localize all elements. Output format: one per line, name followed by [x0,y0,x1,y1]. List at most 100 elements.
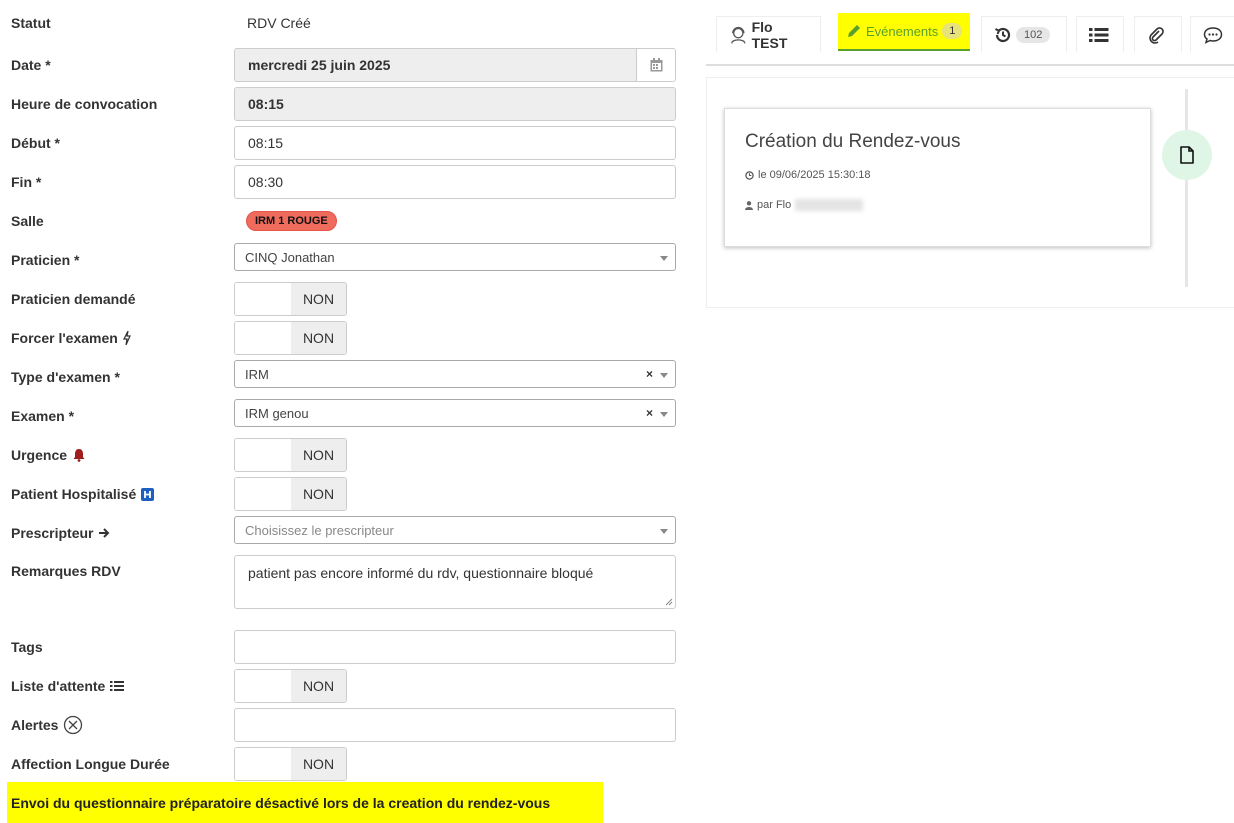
row-liste-attente: Liste d'attente NON [0,669,690,703]
event-author-text: par Flo [757,199,792,211]
row-statut: Statut RDV Créé [0,6,690,40]
row-ald: Affection Longue Durée NON [0,747,690,781]
pencil-icon [848,25,860,37]
resize-grip-icon[interactable] [665,598,673,606]
tab-commentaires[interactable] [1190,16,1234,52]
arrow-right-icon [99,528,110,538]
tab-pieces-jointes[interactable] [1134,16,1182,52]
file-icon [1180,146,1194,164]
event-date: le 09/06/2025 15:30:18 [745,169,1130,181]
row-heure-convocation: Heure de convocation 08:15 [0,87,690,121]
chevron-down-icon [660,373,668,378]
row-type-examen: Type d'examen * IRM × [0,360,690,394]
debut-field[interactable]: 08:15 [234,126,676,160]
paperclip-icon [1149,26,1164,44]
comment-icon [1203,26,1223,44]
tab-patient-label: Flo TEST [751,18,788,51]
row-prescripteur: Prescripteur Choisissez le prescripteur [0,516,690,550]
examen-value: IRM genou [245,405,309,421]
fin-field[interactable]: 08:30 [234,165,676,199]
row-fin: Fin * 08:30 [0,165,690,199]
tab-evenements-count: 1 [942,23,963,39]
liste-attente-label: Liste d'attente [11,678,106,694]
row-tags: Tags [0,630,690,664]
type-examen-value: IRM [245,366,269,382]
user-headset-icon [731,26,746,44]
heure-convocation-field[interactable]: 08:15 [234,87,676,121]
toggle-state: NON [291,478,346,510]
heure-convocation-label: Heure de convocation [11,96,158,112]
event-title: Création du Rendez-vous [745,131,961,152]
row-patient-hospitalise: Patient Hospitalisé NON [0,477,690,511]
toggle-state: NON [291,283,346,315]
praticien-demande-label: Praticien demandé [11,291,136,307]
row-date: Date * mercredi 25 juin 2025 [0,48,690,82]
redacted-name [795,199,864,211]
toggle-state: NON [291,439,346,471]
examen-select[interactable]: IRM genou × [234,399,676,427]
toggle-state: NON [291,322,346,354]
forcer-examen-toggle[interactable]: NON [234,321,347,355]
tab-bar: Flo TEST Evénements 1 102 [706,0,1234,66]
prescripteur-select[interactable]: Choisissez le prescripteur [234,516,676,544]
row-examen: Examen * IRM genou × [0,399,690,433]
patient-hospitalise-label: Patient Hospitalisé [11,486,137,502]
patient-hospitalise-toggle[interactable]: NON [234,477,347,511]
prescripteur-placeholder: Choisissez le prescripteur [245,522,394,538]
history-icon [995,27,1011,42]
timeline-marker [1162,130,1212,180]
bolt-icon [122,331,131,345]
liste-attente-toggle[interactable]: NON [234,669,347,703]
questionnaire-warning-banner: Envoi du questionnaire préparatoire désa… [7,782,603,823]
clear-icon[interactable]: × [646,406,653,420]
circle-x-icon [64,715,83,735]
type-examen-label: Type d'examen * [11,369,120,385]
tab-patient[interactable]: Flo TEST [716,16,821,52]
examen-label: Examen * [11,408,75,424]
calendar-icon [650,58,662,72]
praticien-label: Praticien * [11,252,80,268]
event-author: par Flo [745,199,1130,211]
type-examen-select[interactable]: IRM × [234,360,676,388]
toggle-state: NON [291,748,346,780]
tab-evenements[interactable]: Evénements 1 [838,13,970,51]
row-remarques: Remarques RDV patient pas encore informé… [0,555,690,609]
timeline-event-card: Création du Rendez-vous le 09/06/2025 15… [724,108,1151,247]
chevron-down-icon [660,256,668,261]
praticien-demande-toggle[interactable]: NON [234,282,347,316]
tab-liste[interactable] [1076,16,1124,52]
prescripteur-label: Prescripteur [11,525,94,541]
bell-icon [73,449,85,462]
tags-label: Tags [11,639,43,655]
statut-value: RDV Créé [247,15,311,31]
tags-input[interactable] [234,630,676,664]
date-field[interactable]: mercredi 25 juin 2025 [234,48,636,82]
debut-label: Début * [11,135,60,151]
salle-label: Salle [11,213,44,229]
row-praticien-demande: Praticien demandé NON [0,282,690,316]
clear-icon[interactable]: × [646,367,653,381]
praticien-select[interactable]: CINQ Jonathan [234,243,676,271]
salle-badge: IRM 1 ROUGE [246,211,337,231]
row-forcer-examen: Forcer l'examen NON [0,321,690,355]
row-alertes: Alertes [0,708,690,742]
date-label: Date * [11,57,51,73]
user-icon [745,200,753,210]
praticien-value: CINQ Jonathan [245,249,335,265]
list-icon [1089,27,1109,42]
event-date-text: le 09/06/2025 15:30:18 [758,169,871,181]
urgence-toggle[interactable]: NON [234,438,347,472]
hospital-h-icon [141,487,155,501]
chevron-down-icon [660,412,668,417]
row-salle: Salle IRM 1 ROUGE [0,204,690,238]
tab-historique[interactable]: 102 [981,16,1067,52]
remarques-textarea[interactable]: patient pas encore informé du rdv, quest… [234,555,676,609]
events-panel: Création du Rendez-vous le 09/06/2025 15… [706,77,1234,308]
alertes-input[interactable] [234,708,676,742]
fin-label: Fin * [11,174,42,190]
calendar-button[interactable] [636,48,676,82]
remarques-label: Remarques RDV [11,563,121,579]
chevron-down-icon [660,529,668,534]
ald-label: Affection Longue Durée [11,756,170,772]
ald-toggle[interactable]: NON [234,747,347,781]
